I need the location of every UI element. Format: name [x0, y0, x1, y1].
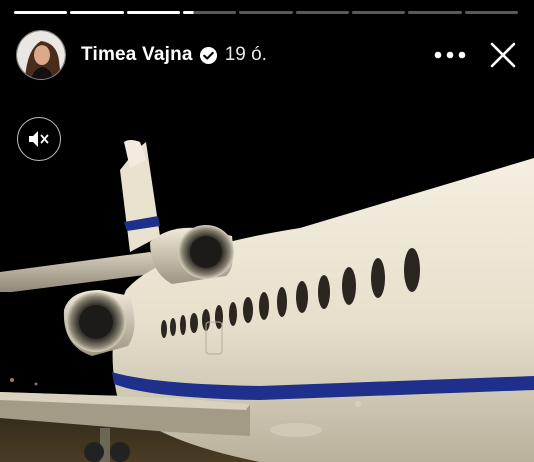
progress-segment — [351, 11, 406, 14]
user-name[interactable]: Timea Vajna — [81, 44, 193, 66]
progress-segment — [464, 11, 518, 14]
avatar[interactable] — [16, 30, 66, 80]
story-progress-bar — [14, 11, 518, 14]
story-timestamp: 19 ó. — [224, 44, 267, 65]
speaker-muted-icon — [29, 131, 49, 147]
progress-segment — [70, 11, 124, 14]
progress-segment — [295, 11, 349, 14]
progress-segment — [126, 11, 180, 14]
progress-segment — [14, 11, 68, 14]
story-viewer: Timea Vajna 19 ó. — [0, 0, 534, 462]
verified-badge-icon — [199, 46, 218, 65]
more-options-button[interactable] — [432, 40, 468, 70]
story-header: Timea Vajna 19 ó. — [16, 29, 518, 81]
more-options-icon — [434, 51, 466, 59]
progress-segment — [239, 11, 293, 14]
close-button[interactable] — [488, 40, 518, 70]
progress-segment — [182, 11, 237, 14]
mute-toggle-button[interactable] — [17, 117, 61, 161]
close-icon — [490, 42, 516, 68]
progress-segment — [408, 11, 462, 14]
